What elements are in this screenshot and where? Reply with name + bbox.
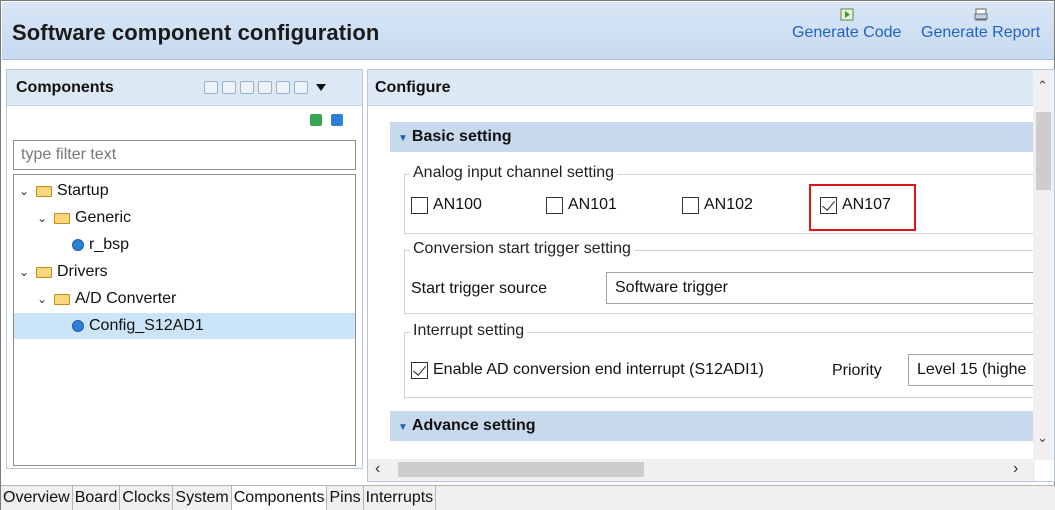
editor-tabs: Overview Board Clocks System Components … [1, 485, 1055, 510]
tree-node-ad-converter[interactable]: ⌄ A/D Converter [36, 286, 348, 312]
horizontal-scrollbar[interactable]: ‹ › [368, 459, 1035, 481]
tree-node-label: Startup [57, 182, 109, 199]
checkbox-label: AN102 [704, 196, 753, 213]
priority-label: Priority [832, 362, 882, 379]
components-panel: Components type filter text ⌄ Startup ⌄ [6, 69, 363, 469]
tab-interrupts[interactable]: Interrupts [364, 486, 437, 510]
scroll-right-icon[interactable]: › [1013, 460, 1018, 478]
configure-panel-title: Configure [375, 79, 451, 96]
advance-setting-label: Advance setting [411, 417, 536, 434]
tree-node-label: r_bsp [89, 236, 130, 253]
generate-code-icon [840, 8, 854, 21]
chevron-down-icon[interactable]: ⌄ [18, 265, 30, 279]
remove-component-icon[interactable] [331, 114, 343, 126]
an100-checkbox[interactable]: AN100 [411, 196, 482, 214]
vertical-scrollbar[interactable]: ⌃ ⌄ [1033, 70, 1054, 460]
interrupt-group-title: Interrupt setting [410, 322, 528, 340]
collapse-triangle-icon: ▼ [398, 133, 408, 144]
tree-node-label: A/D Converter [75, 290, 177, 307]
tab-components[interactable]: Components [231, 486, 328, 510]
generate-code-button[interactable]: Generate Code [792, 8, 901, 42]
add-component-icon[interactable] [310, 114, 322, 126]
tab-pins[interactable]: Pins [327, 486, 364, 510]
checkbox-label: AN101 [568, 196, 617, 213]
collapse-all-icon[interactable] [258, 81, 272, 94]
filter-input[interactable]: type filter text [13, 140, 356, 170]
page-title: Software component configuration [12, 20, 380, 45]
checkbox-box[interactable] [411, 196, 428, 214]
basic-setting-section[interactable]: ▼ Basic setting [390, 122, 1035, 152]
chevron-down-icon[interactable]: ⌄ [36, 292, 48, 306]
tab-board[interactable]: Board [73, 486, 121, 510]
analog-input-group-title: Analog input channel setting [410, 164, 618, 182]
sort-icon[interactable] [240, 81, 254, 94]
generate-report-label: Generate Report [921, 24, 1041, 41]
title-bar: Software component configuration Generat… [2, 2, 1054, 60]
view-menu-icon[interactable] [316, 84, 326, 91]
link-editor-icon[interactable] [294, 81, 308, 94]
checkbox-label: AN100 [433, 196, 482, 213]
tree-node-label: Drivers [57, 263, 108, 280]
enable-interrupt-checkbox[interactable]: Enable AD conversion end interrupt (S12A… [411, 361, 764, 379]
tree-node-label: Config_S12AD1 [89, 317, 204, 334]
generate-code-label: Generate Code [792, 24, 902, 41]
folder-open-icon [54, 293, 70, 305]
component-icon [72, 239, 84, 251]
trigger-group: Conversion start trigger setting Start t… [404, 240, 1036, 314]
component-icon [72, 320, 84, 332]
generate-report-button[interactable]: Generate Report [921, 8, 1040, 42]
vertical-scroll-thumb[interactable] [1036, 112, 1051, 190]
components-toolbar [204, 81, 326, 94]
checkbox-label: Enable AD conversion end interrupt (S12A… [433, 361, 764, 378]
advance-setting-section[interactable]: ▼ Advance setting [390, 411, 1035, 441]
start-trigger-source-field[interactable]: Software trigger [606, 272, 1036, 304]
chevron-down-icon[interactable]: ⌄ [18, 184, 30, 198]
configure-panel: Configure ▼ Basic setting Analog input ch… [367, 69, 1055, 482]
checkbox-box[interactable] [546, 196, 563, 214]
an102-checkbox[interactable]: AN102 [682, 196, 753, 214]
basic-setting-label: Basic setting [411, 128, 512, 145]
tree-node-config-s12ad1[interactable]: Config_S12AD1 [14, 313, 355, 339]
scroll-up-icon[interactable]: ⌃ [1037, 78, 1048, 94]
interrupt-group: Interrupt setting Enable AD conversion e… [404, 322, 1036, 398]
collapse-folder-icon[interactable] [204, 81, 218, 94]
expand-folder-icon[interactable] [222, 81, 236, 94]
horizontal-scroll-thumb[interactable] [398, 462, 644, 477]
folder-open-icon [54, 212, 70, 224]
tree-node-label: Generic [75, 209, 132, 226]
tree-node-generic[interactable]: ⌄ Generic [36, 205, 348, 231]
an101-checkbox[interactable]: AN101 [546, 196, 617, 214]
tree-node-drivers[interactable]: ⌄ Drivers [18, 259, 348, 285]
scroll-down-icon[interactable]: ⌄ [1037, 430, 1048, 446]
checkbox-box-checked[interactable] [411, 361, 428, 379]
tab-system[interactable]: System [173, 486, 232, 510]
trigger-group-title: Conversion start trigger setting [410, 240, 634, 258]
scroll-left-icon[interactable]: ‹ [375, 460, 380, 478]
folder-open-icon [36, 185, 52, 197]
priority-select[interactable]: Level 15 (highe [908, 354, 1036, 386]
start-trigger-source-label: Start trigger source [411, 280, 548, 297]
an107-highlight-box [809, 184, 916, 231]
tab-overview[interactable]: Overview [1, 486, 73, 510]
folder-open-icon [36, 266, 52, 278]
tree-node-r-bsp[interactable]: r_bsp [72, 232, 348, 258]
window-frame: Software component configuration Generat… [0, 0, 1055, 510]
checkbox-box[interactable] [682, 196, 699, 214]
expand-all-icon[interactable] [276, 81, 290, 94]
component-tree: ⌄ Startup ⌄ Generic r_bsp ⌄ Drivers ⌄ A/… [13, 174, 356, 466]
collapse-triangle-icon: ▼ [398, 422, 408, 433]
components-panel-title: Components [16, 79, 114, 96]
components-panel-header: Components [7, 70, 362, 106]
tree-node-startup[interactable]: ⌄ Startup [18, 178, 348, 204]
configure-panel-header: Configure [368, 70, 1054, 106]
analog-input-group: Analog input channel setting AN100 AN101… [404, 164, 1035, 234]
generate-report-icon [974, 8, 988, 21]
tab-clocks[interactable]: Clocks [120, 486, 174, 510]
chevron-down-icon[interactable]: ⌄ [36, 211, 48, 225]
